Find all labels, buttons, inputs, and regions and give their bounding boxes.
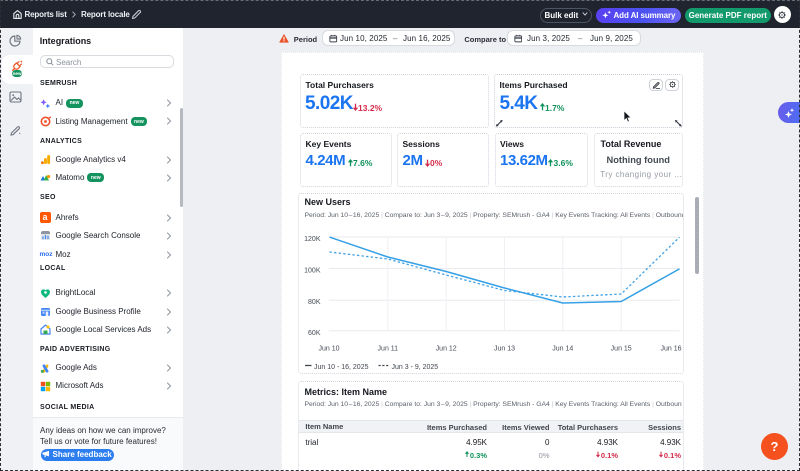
svg-text:Jun 10: Jun 10: [318, 345, 339, 352]
svg-text:60K: 60K: [308, 330, 321, 337]
svg-text:Jun 3 - 9, 2025: Jun 3 - 9, 2025: [391, 364, 438, 371]
svg-text:Jun 13: Jun 13: [493, 345, 514, 352]
svg-text:Jun 16: Jun 16: [660, 345, 681, 352]
svg-text:120K: 120K: [304, 236, 321, 243]
svg-text:Jun 15: Jun 15: [610, 345, 631, 352]
svg-text:Jun 14: Jun 14: [552, 345, 573, 352]
svg-text:Jun 11: Jun 11: [377, 345, 398, 352]
svg-text:Jun 12: Jun 12: [435, 345, 456, 352]
svg-text:80K: 80K: [308, 299, 321, 306]
svg-text:Jun 10 - 16, 2025: Jun 10 - 16, 2025: [314, 364, 369, 371]
svg-text:100K: 100K: [304, 267, 321, 274]
